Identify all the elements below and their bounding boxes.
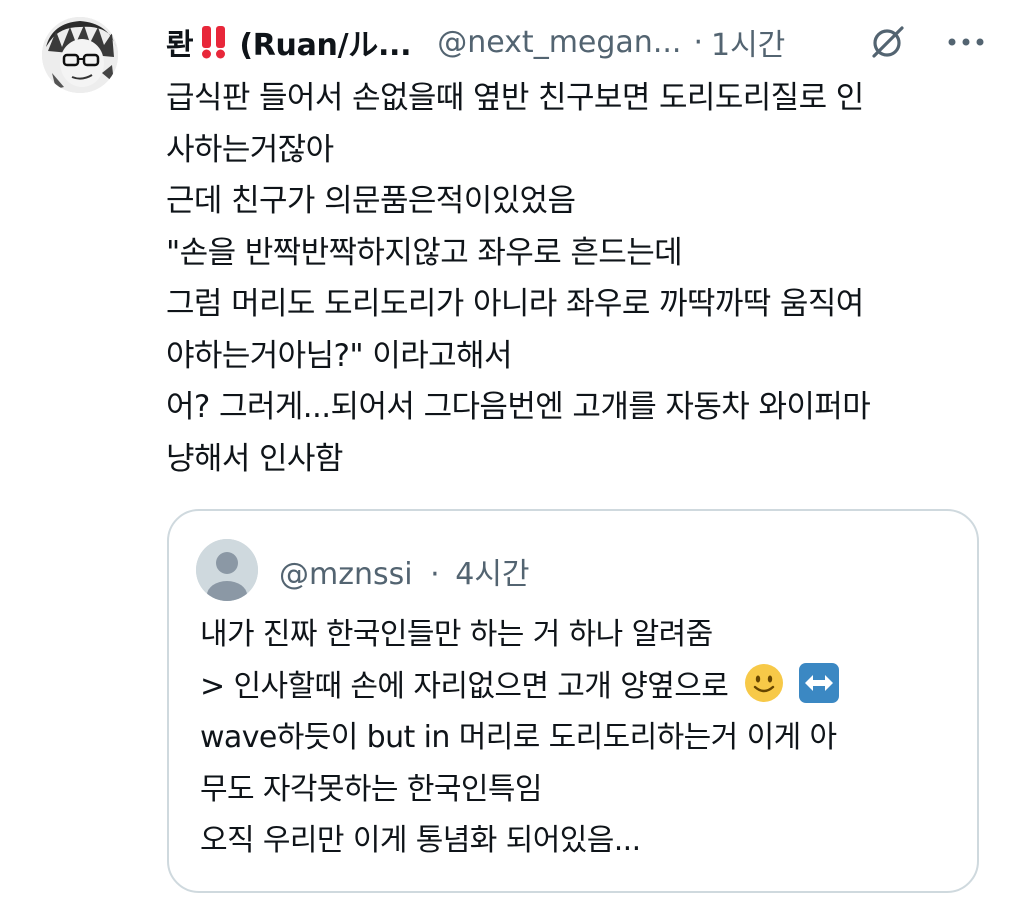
post-text: 급식판 들어서 손없을때 옆반 친구보면 도리도리질로 인 사하는거잖아 근데 … (166, 73, 986, 485)
left-right-arrow-icon (799, 662, 840, 703)
post-line: 그럼 머리도 도리도리가 아니라 좌우로 까딱까딱 움직여 (166, 286, 864, 322)
quoted-line: 내가 진짜 한국인들만 하는 거 하나 알려줌 (200, 617, 713, 652)
double-exclamation-emoji (202, 26, 226, 59)
display-name[interactable]: 롼 (166, 20, 194, 64)
quoted-text: 내가 진짜 한국인들만 하는 거 하나 알려줌 > 인사할때 손에 자리없으면 … (200, 609, 960, 867)
slightly-smiling-face-icon (745, 663, 784, 702)
quoted-meta: @mznssi · 4시간 (279, 549, 530, 593)
quoted-separator: · (430, 557, 440, 592)
author-avatar[interactable] (42, 17, 118, 93)
post-header: 롼 (Ruan/ル... @next_megan... · 1시간 (166, 20, 996, 64)
quoted-line: 무도 자각못하는 한국인특임 (200, 771, 542, 807)
more-dots-icon[interactable] (942, 22, 990, 62)
post-time[interactable]: 1시간 (711, 20, 785, 64)
header-separator: · (693, 24, 703, 60)
post-line: 근데 친구가 의문품은적이있었음 (166, 183, 576, 219)
quoted-handle[interactable]: @mznssi (279, 557, 413, 592)
quoted-author-avatar[interactable] (196, 539, 258, 601)
post-line: 냥해서 인사함 (166, 440, 343, 477)
quoted-line: wave하듯이 but in 머리로 도리도리하는거 이게 아 (200, 720, 837, 755)
author-handle[interactable]: @next_megan... (437, 25, 681, 60)
grok-icon[interactable] (868, 22, 908, 62)
post-line: 어? 그러게...되어서 그다음번엔 고개를 자동차 와이퍼마 (166, 389, 871, 425)
post-line: 야하는거아님?" 이라고해서 (166, 337, 512, 374)
quoted-line: 오직 우리만 이게 통념화 되어있음... (200, 823, 641, 858)
display-name-tail[interactable]: (Ruan/ル... (239, 20, 411, 64)
post-line: "손을 반짝반짝하지않고 좌우로 흔드는데 (166, 234, 683, 271)
post-line: 사하는거잖아 (166, 131, 334, 168)
quoted-time[interactable]: 4시간 (455, 557, 529, 592)
quoted-post[interactable]: @mznssi · 4시간 내가 진짜 한국인들만 하는 거 하나 알려줌 > … (167, 509, 979, 893)
quoted-line: > 인사할때 손에 자리없으면 고개 양옆으로 (200, 661, 960, 713)
post-line: 급식판 들어서 손없을때 옆반 친구보면 도리도리질로 인 (166, 80, 864, 116)
quoted-line-text: > 인사할때 손에 자리없으면 고개 양옆으로 (200, 668, 729, 704)
